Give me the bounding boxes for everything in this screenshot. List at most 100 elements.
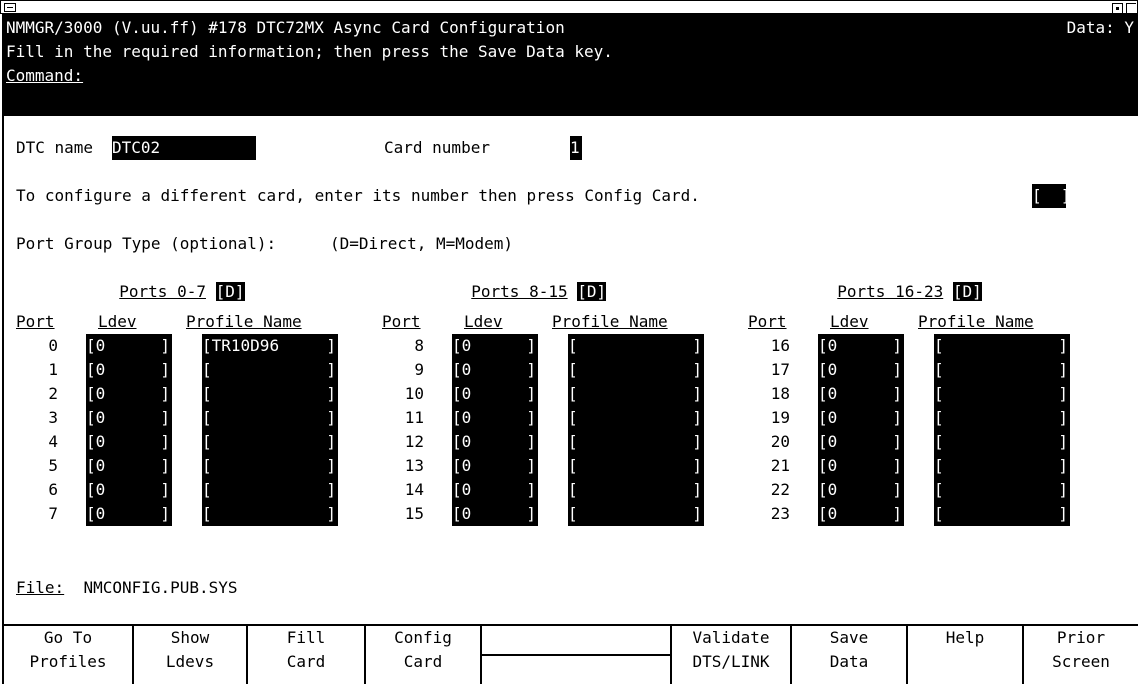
- profile-field[interactable]: []: [934, 454, 1070, 478]
- profile-field[interactable]: []: [934, 502, 1070, 526]
- profile-field[interactable]: []: [202, 502, 338, 526]
- profile-field[interactable]: []: [202, 358, 338, 382]
- port-number: 3: [48, 408, 58, 427]
- ldev-field[interactable]: [0]: [86, 478, 172, 502]
- profile-field[interactable]: [TR10D96]: [202, 334, 338, 358]
- softkey-3[interactable]: Fill Card: [248, 626, 366, 684]
- ldev-field[interactable]: [0]: [452, 502, 538, 526]
- ldev-field[interactable]: [0]: [818, 454, 904, 478]
- profile-field[interactable]: []: [202, 454, 338, 478]
- dtc-name-field[interactable]: DTC02: [112, 136, 256, 160]
- softkey-label-line2: Card: [286, 652, 326, 671]
- softkey-label-line1: Go To: [43, 628, 93, 647]
- profile-field[interactable]: []: [934, 406, 1070, 430]
- port-number: 13: [404, 456, 424, 475]
- profile-field[interactable]: []: [202, 382, 338, 406]
- maximize-icon[interactable]: [1126, 3, 1136, 14]
- port-number: 12: [404, 432, 424, 451]
- minimize-icon[interactable]: [1112, 3, 1123, 14]
- profile-field[interactable]: []: [568, 430, 704, 454]
- ldev-field[interactable]: [0]: [452, 358, 538, 382]
- profile-field[interactable]: []: [568, 478, 704, 502]
- softkey-7[interactable]: Save Data: [792, 626, 908, 684]
- ldev-field[interactable]: [0]: [452, 454, 538, 478]
- port-number: 7: [48, 504, 58, 523]
- ldev-field[interactable]: [0]: [818, 406, 904, 430]
- softkey-6[interactable]: Validate DTS/LINK: [672, 626, 792, 684]
- ldev-field[interactable]: [0]: [452, 478, 538, 502]
- port-header: Port: [382, 312, 421, 331]
- ldev-field[interactable]: [0]: [86, 382, 172, 406]
- port-group-0-7-field[interactable]: [D]: [215, 282, 245, 301]
- card-number-field[interactable]: 1: [570, 136, 582, 160]
- profile-field[interactable]: []: [202, 478, 338, 502]
- function-key-bar: Go To Profiles Show Ldevs Fill Card Config Card…: [4, 624, 1138, 686]
- softkey-divider: [482, 654, 670, 656]
- softkey-label-line2: Screen: [1052, 652, 1110, 671]
- ldev-field[interactable]: [0]: [452, 430, 538, 454]
- profile-field[interactable]: []: [934, 478, 1070, 502]
- ldev-field[interactable]: [0]: [86, 406, 172, 430]
- port-number: 15: [404, 504, 424, 523]
- profile-field[interactable]: []: [934, 334, 1070, 358]
- ldev-field[interactable]: [0]: [452, 406, 538, 430]
- profile-field[interactable]: []: [568, 334, 704, 358]
- port-group-label: Port Group Type (optional):: [16, 234, 277, 253]
- port-number: 14: [404, 480, 424, 499]
- ldev-field[interactable]: [0]: [818, 334, 904, 358]
- softkey-8[interactable]: Help: [908, 626, 1024, 684]
- profile-field[interactable]: []: [568, 454, 704, 478]
- port-number: 23: [770, 504, 790, 523]
- softkey-2[interactable]: Show Ldevs: [134, 626, 248, 684]
- profile-field[interactable]: []: [934, 430, 1070, 454]
- softkey-9[interactable]: Prior Screen: [1024, 626, 1138, 684]
- ldev-field[interactable]: [0]: [452, 382, 538, 406]
- softkey-4[interactable]: Config Card: [366, 626, 482, 684]
- window-title-bar: [0, 0, 1138, 14]
- port-number: 21: [770, 456, 790, 475]
- ldev-field[interactable]: [0]: [818, 502, 904, 526]
- ldev-field[interactable]: [0]: [86, 334, 172, 358]
- ldev-field[interactable]: [0]: [818, 358, 904, 382]
- ldev-field[interactable]: [0]: [86, 430, 172, 454]
- port-number: 18: [770, 384, 790, 403]
- ldev-field[interactable]: [0]: [818, 382, 904, 406]
- profile-field[interactable]: []: [934, 382, 1070, 406]
- port-group-16-23-field[interactable]: [D]: [952, 282, 982, 301]
- profile-field[interactable]: []: [568, 358, 704, 382]
- port-group-8-15-field[interactable]: [D]: [577, 282, 607, 301]
- system-menu-icon[interactable]: [4, 3, 16, 12]
- profile-field[interactable]: []: [568, 502, 704, 526]
- profile-field[interactable]: []: [568, 406, 704, 430]
- ldev-field[interactable]: [0]: [818, 478, 904, 502]
- softkey-label-line2: Ldevs: [165, 652, 215, 671]
- profile-field[interactable]: []: [568, 382, 704, 406]
- profile-field[interactable]: []: [202, 430, 338, 454]
- port-group-0-7-label: Ports 0-7: [119, 282, 206, 301]
- softkey-1[interactable]: Go To Profiles: [4, 626, 134, 684]
- command-label[interactable]: Command:: [6, 64, 83, 88]
- port-header: Port: [16, 312, 55, 331]
- ldev-field[interactable]: [0]: [86, 454, 172, 478]
- file-value: NMCONFIG.PUB.SYS: [83, 578, 238, 597]
- softkey-label-line2: DTS/LINK: [692, 652, 770, 671]
- softkey-label-line2: Profiles: [29, 652, 107, 671]
- softkey-5[interactable]: [482, 626, 672, 684]
- profile-field[interactable]: []: [934, 358, 1070, 382]
- ldev-field[interactable]: [0]: [86, 502, 172, 526]
- profile-field[interactable]: []: [202, 406, 338, 430]
- port-number: 8: [414, 336, 424, 355]
- ldev-field[interactable]: [0]: [86, 358, 172, 382]
- ldev-field[interactable]: [0]: [818, 430, 904, 454]
- softkey-label-line1: Help: [945, 628, 985, 647]
- port-number: 17: [770, 360, 790, 379]
- ldev-field[interactable]: [0]: [452, 334, 538, 358]
- config-card-field[interactable]: [ ]: [1032, 184, 1071, 208]
- port-number: 22: [770, 480, 790, 499]
- softkey-label-line1: Config: [394, 628, 452, 647]
- port-number: 6: [48, 480, 58, 499]
- softkey-label-line2: Data: [829, 652, 869, 671]
- softkey-label-line1: Show: [170, 628, 210, 647]
- port-number: 10: [404, 384, 424, 403]
- port-number: 0: [48, 336, 58, 355]
